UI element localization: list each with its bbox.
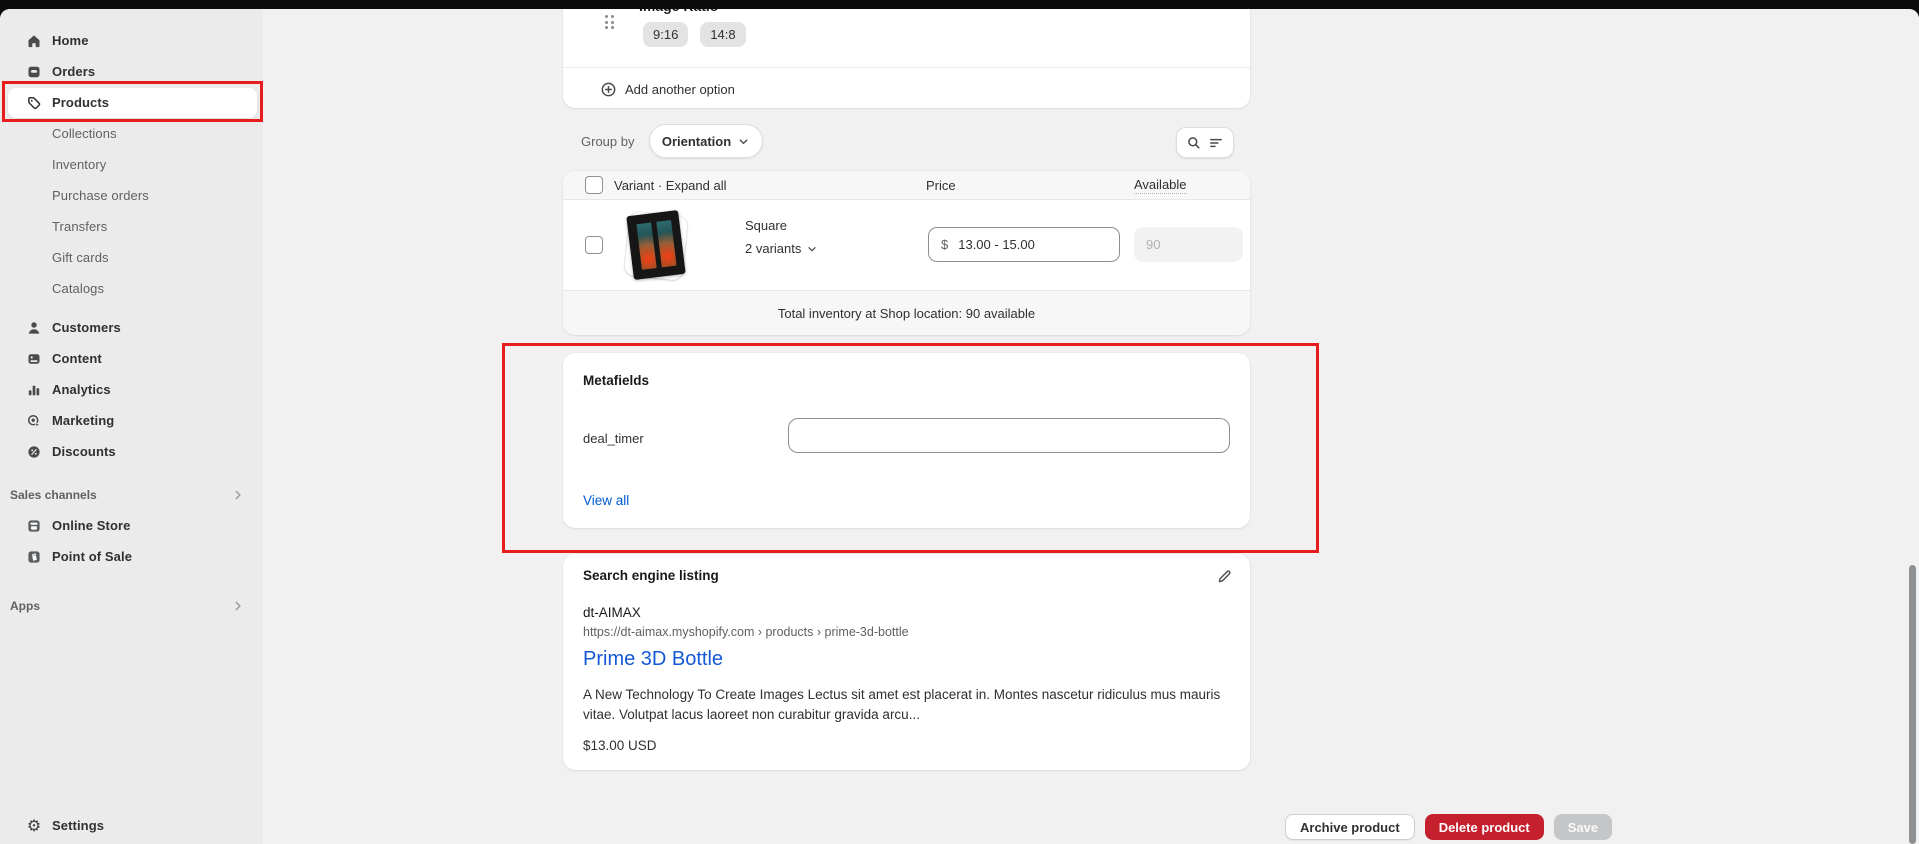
seo-description: A New Technology To Create Images Lectus…: [583, 685, 1228, 724]
column-header-price: Price: [926, 178, 956, 193]
top-bar: [0, 0, 1919, 9]
chevron-right-icon: [231, 599, 245, 613]
seo-title: Search engine listing: [583, 568, 719, 583]
column-header-variant[interactable]: Variant · Expand all: [614, 178, 727, 193]
price-input[interactable]: $ 13.00 - 15.00: [928, 227, 1120, 262]
available-input-disabled: 90: [1134, 227, 1243, 262]
sidebar-item-point-of-sale[interactable]: Point of Sale: [0, 541, 263, 572]
home-icon: [26, 33, 42, 49]
page-actions: Archive product Delete product Save: [1285, 814, 1612, 840]
divider: [563, 67, 1250, 68]
sidebar-item-transfers[interactable]: Transfers: [0, 211, 263, 242]
main-content: Image Ratio 9:16 14:8 Add another option…: [263, 9, 1919, 844]
sidebar-item-gift-cards[interactable]: Gift cards: [0, 242, 263, 273]
sidebar-item-catalogs[interactable]: Catalogs: [0, 273, 263, 304]
seo-page-title-link[interactable]: Prime 3D Bottle: [583, 648, 723, 671]
sidebar-item-content[interactable]: Content: [0, 343, 263, 374]
variant-name: Square: [745, 218, 787, 233]
sales-channels-header[interactable]: Sales channels: [0, 479, 263, 510]
option-value-chip[interactable]: 9:16: [643, 22, 688, 47]
edit-pencil-icon[interactable]: [1214, 566, 1234, 586]
sidebar-item-online-store[interactable]: Online Store: [0, 510, 263, 541]
drag-handle-icon[interactable]: [605, 15, 614, 31]
search-icon: [1186, 135, 1202, 151]
seo-card: Search engine listing dt-AIMAX https://d…: [563, 554, 1250, 770]
delete-product-button[interactable]: Delete product: [1425, 814, 1544, 840]
content-icon: [26, 351, 42, 367]
row-checkbox[interactable]: [585, 236, 603, 254]
product-art: [636, 222, 656, 269]
chevron-right-icon: [231, 488, 245, 502]
chevron-down-icon: [806, 243, 818, 255]
app-frame: Home Orders Products Collections Invento…: [0, 9, 1919, 844]
sidebar-item-label: Home: [52, 33, 89, 48]
product-art: [656, 220, 676, 267]
sidebar: Home Orders Products Collections Invento…: [0, 9, 263, 844]
inventory-summary: Total inventory at Shop location: 90 ava…: [563, 290, 1250, 335]
save-button-disabled[interactable]: Save: [1554, 814, 1612, 840]
vertical-scrollbar[interactable]: [1909, 565, 1916, 844]
sidebar-item-marketing[interactable]: Marketing: [0, 405, 263, 436]
column-header-available[interactable]: Available: [1134, 177, 1187, 194]
group-by-label: Group by: [581, 134, 634, 149]
seo-breadcrumb-url: https://dt-aimax.myshopify.com › product…: [583, 625, 909, 639]
group-by-dropdown[interactable]: Orientation: [649, 124, 763, 158]
add-another-option-button[interactable]: Add another option: [600, 77, 735, 101]
sidebar-item-label: Orders: [52, 64, 95, 79]
sidebar-item-settings[interactable]: ⚙ Settings: [0, 810, 263, 841]
select-all-checkbox[interactable]: [585, 176, 603, 194]
online-store-icon: [26, 518, 42, 534]
apps-header[interactable]: Apps: [0, 590, 263, 621]
sidebar-item-products[interactable]: Products: [0, 87, 263, 118]
analytics-icon: [26, 382, 42, 398]
variant-expand-toggle[interactable]: 2 variants: [745, 241, 818, 256]
variant-row: Square 2 variants $ 13.00 - 15.00 90: [563, 200, 1250, 290]
variant-table: Variant · Expand all Price Available Squ…: [563, 171, 1250, 335]
point-of-sale-icon: [26, 549, 42, 565]
gear-icon: ⚙: [26, 818, 42, 834]
metafields-card: Metafields deal_timer View all: [563, 353, 1250, 528]
option-card: Image Ratio 9:16 14:8 Add another option: [563, 9, 1250, 108]
seo-site-name: dt-AIMAX: [583, 605, 641, 620]
orders-icon: [26, 64, 42, 80]
customers-icon: [26, 320, 42, 336]
sidebar-item-home[interactable]: Home: [0, 25, 263, 56]
products-icon: [26, 95, 42, 111]
discounts-icon: [26, 444, 42, 460]
view-all-link[interactable]: View all: [583, 493, 629, 508]
option-value-chip[interactable]: 14:8: [700, 22, 745, 47]
sidebar-item-purchase-orders[interactable]: Purchase orders: [0, 180, 263, 211]
sidebar-item-inventory[interactable]: Inventory: [0, 149, 263, 180]
marketing-icon: [26, 413, 42, 429]
variant-thumbnail[interactable]: [622, 211, 692, 282]
plus-circle-icon: [600, 81, 617, 98]
sidebar-item-customers[interactable]: Customers: [0, 312, 263, 343]
chevron-down-icon: [737, 135, 750, 148]
sidebar-item-collections[interactable]: Collections: [0, 118, 263, 149]
filter-icon: [1208, 135, 1224, 151]
table-header: Variant · Expand all Price Available: [563, 171, 1250, 200]
metafields-title: Metafields: [583, 373, 649, 388]
sidebar-item-orders[interactable]: Orders: [0, 56, 263, 87]
seo-price: $13.00 USD: [583, 738, 657, 753]
sidebar-item-label: Products: [52, 95, 109, 110]
metafield-value-input[interactable]: [788, 418, 1230, 453]
metafield-name-label: deal_timer: [583, 431, 644, 446]
sidebar-item-discounts[interactable]: Discounts: [0, 436, 263, 467]
option-title: Image Ratio: [639, 9, 718, 14]
search-and-filter-button[interactable]: [1176, 127, 1234, 158]
archive-product-button[interactable]: Archive product: [1285, 814, 1415, 840]
sidebar-item-analytics[interactable]: Analytics: [0, 374, 263, 405]
